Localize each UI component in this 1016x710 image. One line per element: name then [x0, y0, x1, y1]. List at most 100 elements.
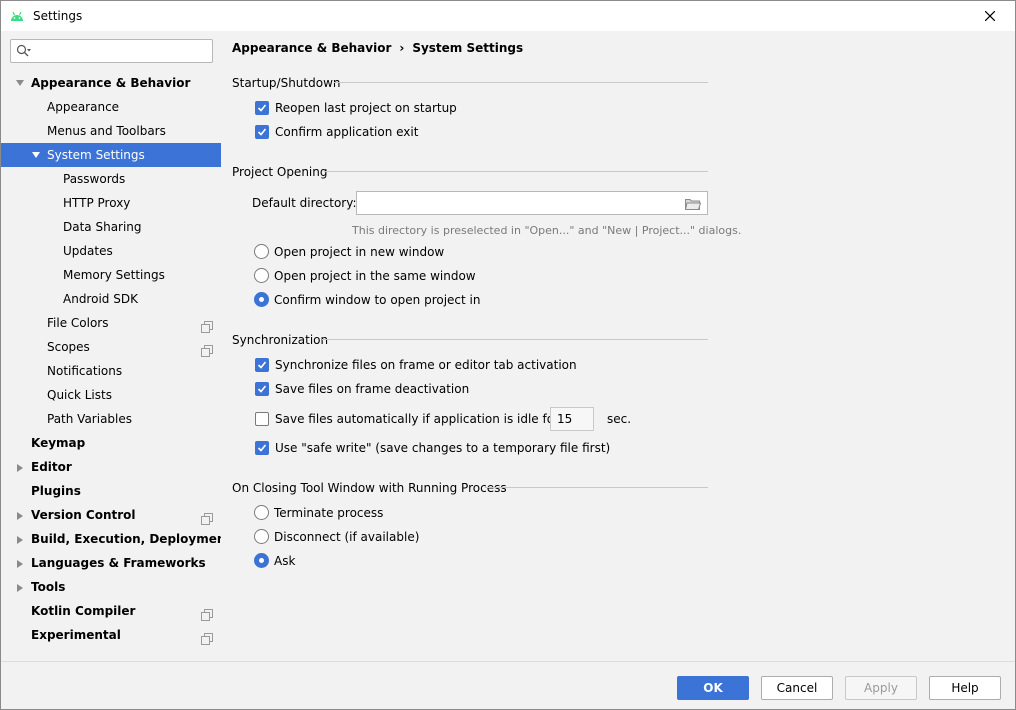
- collapsed-triangle-icon[interactable]: [16, 551, 28, 575]
- checkbox-label: Synchronize files on frame or editor tab…: [275, 358, 577, 372]
- close-icon: [985, 11, 995, 21]
- radio-label: Terminate process: [274, 506, 384, 520]
- close-button[interactable]: [973, 5, 1007, 27]
- project-level-icon: [201, 317, 213, 333]
- tree-item-label: Languages & Frameworks: [31, 556, 206, 570]
- tree-item-tools[interactable]: Tools: [1, 575, 221, 599]
- idle-seconds-unit: sec.: [607, 412, 632, 426]
- tree-item-build-execution-deployment[interactable]: Build, Execution, Deployment: [1, 527, 231, 551]
- radio-selected[interactable]: [254, 292, 269, 307]
- checkbox-checked[interactable]: [255, 125, 269, 139]
- window-title: Settings: [33, 9, 83, 23]
- radio-label: Ask: [274, 554, 296, 568]
- expanded-triangle-icon[interactable]: [31, 143, 43, 167]
- tree-item-data-sharing[interactable]: Data Sharing: [1, 215, 221, 239]
- settings-sidebar: Appearance & Behavior Appearance Menus a…: [1, 31, 231, 661]
- idle-seconds-input[interactable]: 15: [550, 407, 594, 431]
- tree-item-label: Editor: [31, 460, 72, 474]
- ok-button[interactable]: OK: [677, 676, 749, 700]
- tree-item-file-colors[interactable]: File Colors: [1, 311, 221, 335]
- tree-item-label: Menus and Toolbars: [47, 124, 166, 138]
- default-directory-label: Default directory:: [252, 196, 357, 210]
- checkbox-checked[interactable]: [255, 382, 269, 396]
- checkbox-unchecked[interactable]: [255, 412, 269, 426]
- dialog-footer: OK Cancel Apply Help: [1, 661, 1015, 709]
- checkbox-label: Reopen last project on startup: [275, 101, 457, 115]
- tree-item-menus-toolbars[interactable]: Menus and Toolbars: [1, 119, 221, 143]
- search-field[interactable]: [10, 39, 213, 63]
- apply-button[interactable]: Apply: [845, 676, 917, 700]
- default-directory-field[interactable]: [356, 191, 708, 215]
- radio-unselected[interactable]: [254, 529, 269, 544]
- help-button[interactable]: Help: [929, 676, 1001, 700]
- radio-unselected[interactable]: [254, 244, 269, 259]
- collapsed-triangle-icon[interactable]: [16, 503, 28, 527]
- radio-unselected[interactable]: [254, 505, 269, 520]
- radio-label: Open project in new window: [274, 245, 445, 259]
- tree-item-passwords[interactable]: Passwords: [1, 167, 221, 191]
- section-title-synchronization: Synchronization: [232, 333, 329, 347]
- tree-item-languages-frameworks[interactable]: Languages & Frameworks: [1, 551, 221, 575]
- tree-item-plugins[interactable]: Plugins: [1, 479, 221, 503]
- checkbox-label: Save files automatically if application …: [275, 412, 559, 426]
- tree-item-keymap[interactable]: Keymap: [1, 431, 221, 455]
- tree-item-appearance-behavior[interactable]: Appearance & Behavior: [1, 71, 221, 95]
- checkbox-checked[interactable]: [255, 441, 269, 455]
- tree-item-appearance[interactable]: Appearance: [1, 95, 221, 119]
- tree-item-http-proxy[interactable]: HTTP Proxy: [1, 191, 221, 215]
- settings-tree: Appearance & Behavior Appearance Menus a…: [1, 71, 231, 647]
- tree-item-system-settings[interactable]: System Settings: [1, 143, 221, 167]
- tree-item-label: Kotlin Compiler: [31, 604, 136, 618]
- tree-item-label: HTTP Proxy: [63, 196, 131, 210]
- tree-item-label: Passwords: [63, 172, 126, 186]
- tree-item-label: Memory Settings: [63, 268, 165, 282]
- radio-selected[interactable]: [254, 553, 269, 568]
- tree-item-path-variables[interactable]: Path Variables: [1, 407, 221, 431]
- expanded-triangle-icon[interactable]: [15, 71, 27, 95]
- tree-item-kotlin-compiler[interactable]: Kotlin Compiler: [1, 599, 221, 623]
- tree-item-android-sdk[interactable]: Android SDK: [1, 287, 221, 311]
- section-divider: [334, 82, 708, 83]
- breadcrumb-current: System Settings: [412, 41, 524, 55]
- checkbox-checked[interactable]: [255, 358, 269, 372]
- section-divider: [322, 339, 708, 340]
- folder-icon[interactable]: [684, 198, 702, 213]
- android-icon: [9, 9, 25, 23]
- tree-item-label: Build, Execution, Deployment: [31, 532, 232, 546]
- collapsed-triangle-icon[interactable]: [16, 527, 28, 551]
- breadcrumb-separator: ›: [399, 41, 405, 55]
- tree-item-label: Notifications: [47, 364, 123, 378]
- section-divider: [485, 487, 708, 488]
- tree-item-label: Keymap: [31, 436, 86, 450]
- search-icon: [16, 44, 31, 57]
- tree-item-label: Version Control: [31, 508, 136, 522]
- tree-item-memory-settings[interactable]: Memory Settings: [1, 263, 221, 287]
- tree-item-label: Path Variables: [47, 412, 133, 426]
- tree-item-label: Quick Lists: [47, 388, 112, 402]
- radio-label: Open project in the same window: [274, 269, 476, 283]
- collapsed-triangle-icon[interactable]: [16, 575, 28, 599]
- section-title-startup: Startup/Shutdown: [232, 76, 341, 90]
- breadcrumb-parent[interactable]: Appearance & Behavior: [232, 41, 391, 55]
- tree-item-notifications[interactable]: Notifications: [1, 359, 221, 383]
- section-title-project-opening: Project Opening: [232, 165, 328, 179]
- tree-item-updates[interactable]: Updates: [1, 239, 221, 263]
- collapsed-triangle-icon[interactable]: [16, 455, 28, 479]
- tree-item-label: Experimental: [31, 628, 121, 642]
- radio-unselected[interactable]: [254, 268, 269, 283]
- tree-item-label: Appearance & Behavior: [31, 76, 191, 90]
- tree-item-label: Plugins: [31, 484, 81, 498]
- checkbox-checked[interactable]: [255, 101, 269, 115]
- tree-item-scopes[interactable]: Scopes: [1, 335, 221, 359]
- cancel-button[interactable]: Cancel: [761, 676, 833, 700]
- search-input[interactable]: [35, 42, 207, 60]
- tree-item-label: Updates: [63, 244, 113, 258]
- tree-item-editor[interactable]: Editor: [1, 455, 221, 479]
- tree-item-label: Tools: [31, 580, 66, 594]
- tree-item-version-control[interactable]: Version Control: [1, 503, 221, 527]
- tree-item-experimental[interactable]: Experimental: [1, 623, 221, 647]
- tree-item-label: Appearance: [47, 100, 120, 114]
- tree-item-quick-lists[interactable]: Quick Lists: [1, 383, 221, 407]
- project-level-icon: [201, 605, 213, 621]
- tree-item-label: Data Sharing: [63, 220, 142, 234]
